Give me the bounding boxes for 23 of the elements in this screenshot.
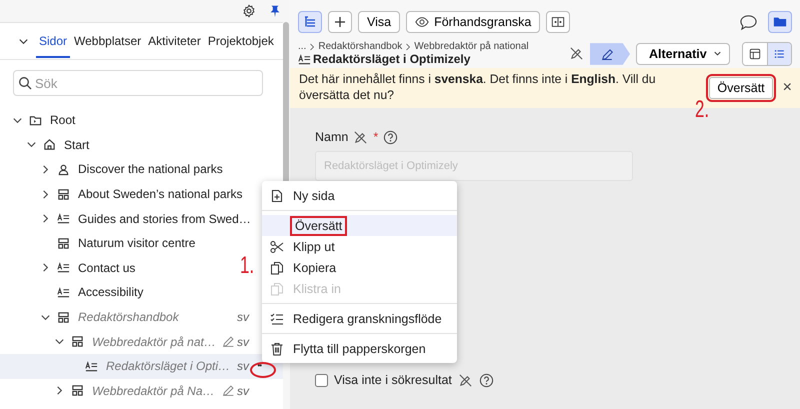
tree-item-label: Naturum visitor centre xyxy=(78,236,196,250)
field-label: Namn xyxy=(315,130,348,144)
language-code: sv xyxy=(237,359,249,374)
tree-item-label: Webbredaktör på Na… xyxy=(92,384,216,398)
tree-item-label: Start xyxy=(64,138,90,152)
tree-item-label: Contact us xyxy=(78,260,136,275)
tree-item-label: Root xyxy=(50,113,76,128)
checkbox-label: Visa inte i sökresultat xyxy=(334,373,452,388)
annotation-number: 1. xyxy=(240,252,254,280)
tree-item-label: Redaktörshandbok xyxy=(78,310,180,324)
tree-item-label: Redaktörsläget i Opti… xyxy=(106,359,232,374)
language-code: sv xyxy=(237,310,249,324)
required-mark: * xyxy=(373,130,378,144)
annotation-number: 2. xyxy=(695,96,710,124)
language-code: sv xyxy=(237,384,249,398)
banner-message: Det här innehållet finns i svenska. Det finns inte i English. Vill du översätta det nu? xyxy=(299,72,657,104)
tree-item-label: Guides and stories from Swed… xyxy=(78,212,252,226)
tree-item-label: Discover the national parks xyxy=(78,162,224,176)
tree-item-label: Accessibility xyxy=(78,285,144,300)
page-title: Redaktörsläget i Optimizely xyxy=(313,52,470,66)
language-code: sv xyxy=(237,334,249,349)
tree-item-label: About Sweden’s national parks xyxy=(78,187,244,202)
tree-item-label: Webbredaktör på nat… xyxy=(92,334,217,349)
